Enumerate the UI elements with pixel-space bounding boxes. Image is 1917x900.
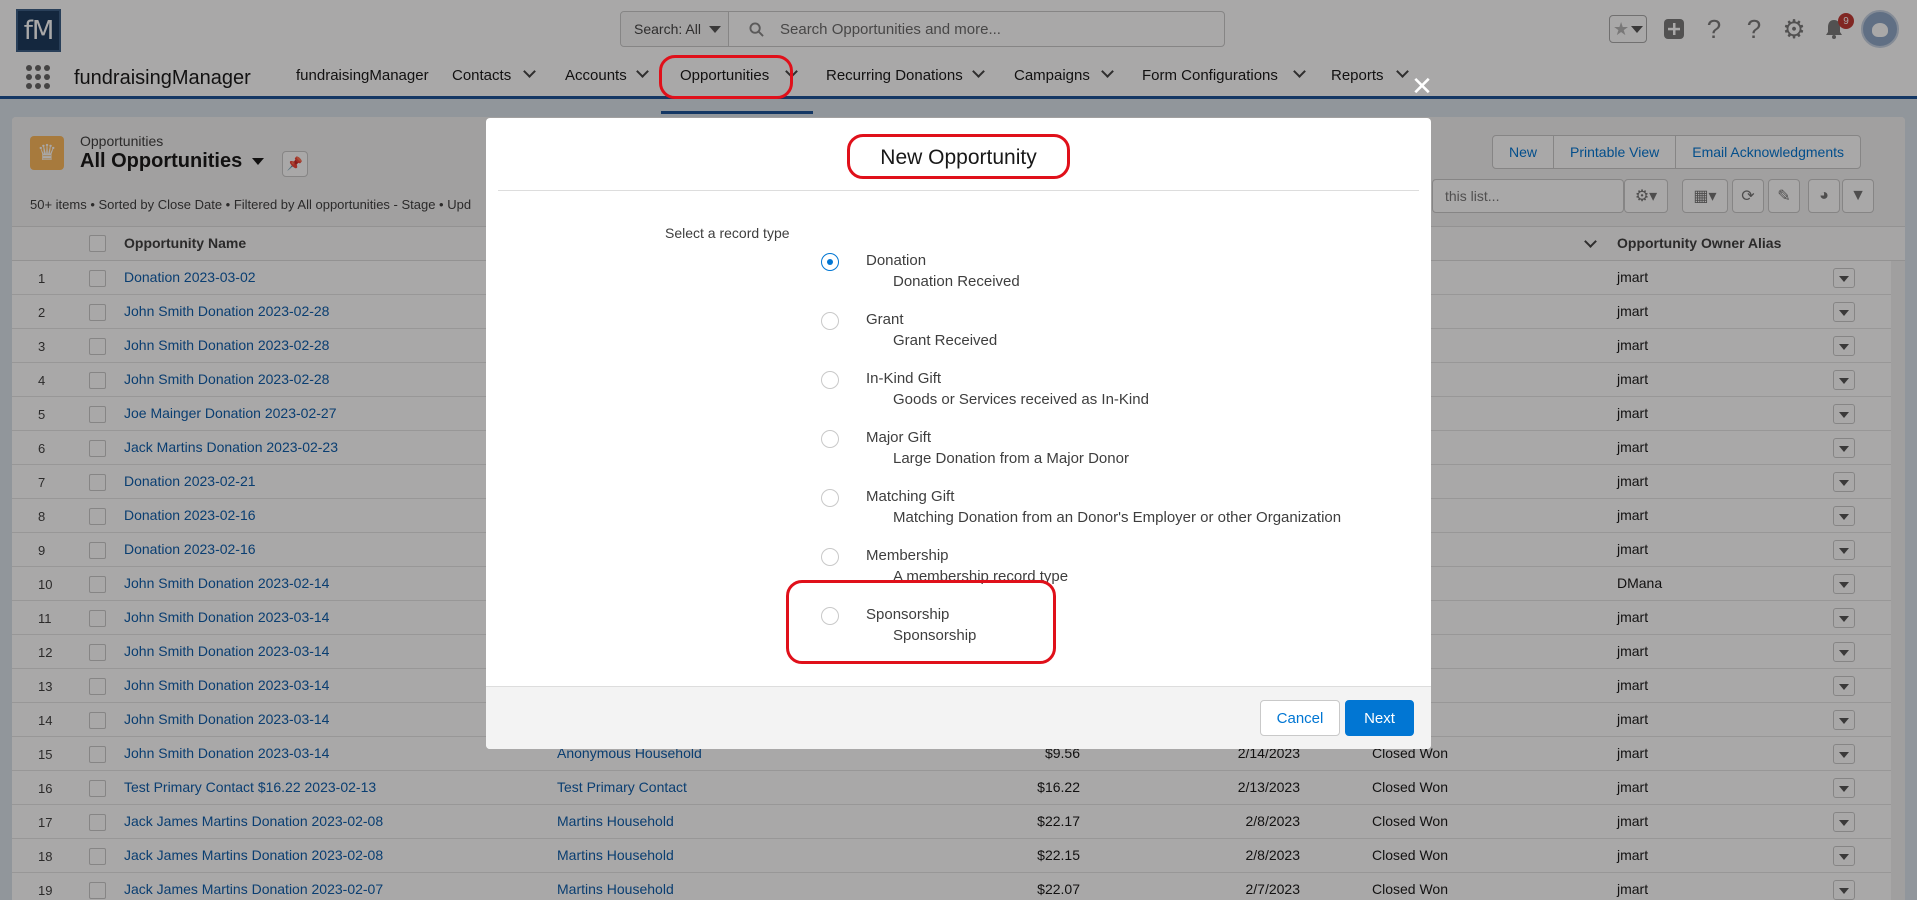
record-type-name: Major Gift (866, 429, 932, 446)
record-type-prompt: Select a record type (665, 225, 790, 241)
record-type-option[interactable]: In-Kind Gift Goods or Services received a… (821, 370, 1381, 420)
record-type-option[interactable]: Donation Donation Received (821, 252, 1381, 302)
record-type-name: Grant (866, 311, 904, 328)
app-root: fM Search: All Search Opportunities and … (0, 0, 1917, 900)
record-type-option[interactable]: Matching Gift Matching Donation from an D… (821, 488, 1381, 538)
record-type-name: Matching Gift (866, 488, 955, 505)
record-type-radio[interactable] (821, 430, 839, 448)
record-type-option[interactable]: Grant Grant Received (821, 311, 1381, 361)
next-button[interactable]: Next (1345, 700, 1414, 736)
record-type-name: Donation (866, 252, 927, 269)
record-type-radio[interactable] (821, 548, 839, 566)
annotation-opportunities-tab (659, 55, 793, 99)
cancel-button[interactable]: Cancel (1260, 700, 1340, 736)
modal-footer: Cancel Next (486, 686, 1431, 749)
record-type-radio[interactable] (821, 253, 839, 271)
annotation-sponsorship-option (786, 580, 1056, 664)
record-type-description: Donation Received (893, 273, 1020, 290)
annotation-modal-title (847, 134, 1070, 179)
close-icon[interactable]: ✕ (1410, 74, 1434, 100)
record-type-option[interactable]: Major Gift Large Donation from a Major Do… (821, 429, 1381, 479)
record-type-radio[interactable] (821, 489, 839, 507)
record-type-description: Matching Donation from an Donor's Employ… (893, 509, 1342, 526)
record-type-radio[interactable] (821, 312, 839, 330)
record-type-description: Grant Received (893, 332, 998, 349)
record-type-name: Membership (866, 547, 949, 564)
record-type-description: Large Donation from a Major Donor (893, 450, 1129, 467)
record-type-name: In-Kind Gift (866, 370, 942, 387)
record-type-radio[interactable] (821, 371, 839, 389)
record-type-description: Goods or Services received as In-Kind (893, 391, 1149, 408)
